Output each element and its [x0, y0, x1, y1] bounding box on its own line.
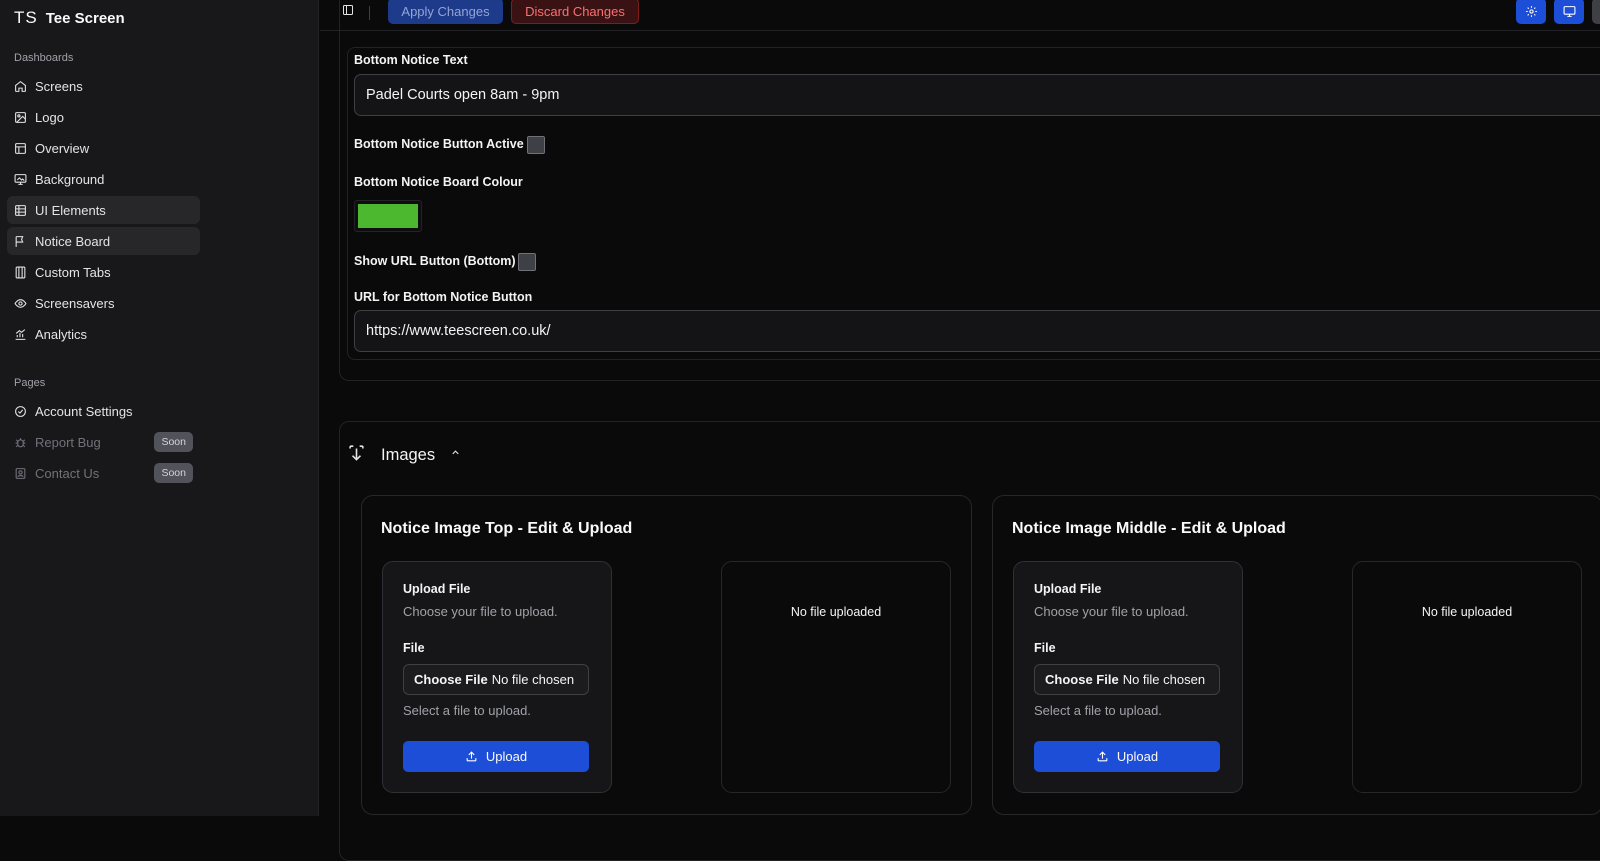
upload-button-label: Upload [485, 749, 528, 764]
file-hint: Select a file to upload. [403, 703, 531, 718]
bottom-notice-text-input[interactable]: Padel Courts open 8am - 9pm [354, 74, 1600, 116]
bottom-notice-button-active-checkbox[interactable] [527, 136, 545, 154]
chart-icon [15, 328, 26, 340]
no-file-uploaded-text: No file uploaded [1421, 605, 1513, 619]
contact-icon [15, 467, 26, 479]
sidebar-item-label: Screensavers [35, 295, 115, 311]
sidebar-item-screens[interactable]: Screens [7, 72, 200, 100]
sidebar-item-label: UI Elements [35, 202, 106, 218]
file-status: No file chosen [491, 672, 575, 687]
url-bottom-notice-label: URL for Bottom Notice Button [354, 290, 533, 304]
sidebar-item-ui-elements[interactable]: UI Elements [7, 196, 200, 224]
eye-icon [14, 298, 27, 308]
sidebar-item-label: Background [35, 171, 105, 187]
sidebar-item-label: Overview [35, 140, 90, 156]
soon-badge: Soon [154, 432, 193, 452]
brand[interactable]: TS Tee Screen [14, 6, 125, 30]
sidebar-item-label: Logo [35, 109, 64, 125]
pages-group-label: Pages [14, 377, 46, 389]
sidebar-item-logo[interactable]: Logo [7, 103, 200, 131]
sidebar-item-label: Account Settings [35, 403, 133, 419]
upload-icon [1097, 751, 1108, 762]
choose-file-button[interactable]: Choose File [1045, 672, 1119, 687]
download-icon [349, 445, 364, 461]
bottom-notice-board-colour-label: Bottom Notice Board Colour [354, 175, 523, 189]
image-edit-icon [15, 111, 26, 123]
brand-name: Tee Screen [45, 9, 125, 27]
file-hint: Select a file to upload. [1034, 703, 1162, 718]
sidebar-item-overview[interactable]: Overview [7, 134, 200, 162]
monitor-image-icon [14, 173, 27, 185]
file-input[interactable]: Choose File No file chosen [403, 664, 589, 695]
sidebar-item-account-settings[interactable]: Account Settings [7, 397, 200, 425]
columns-icon [15, 266, 26, 278]
notice-image-middle-title: Notice Image Middle - Edit & Upload [1012, 520, 1286, 537]
sidebar-item-label: Custom Tabs [35, 264, 111, 280]
show-url-button-checkbox[interactable] [518, 253, 536, 271]
upload-button[interactable]: Upload [1034, 741, 1220, 772]
sidebar-item-contact-us: Contact Us Soon [7, 459, 200, 487]
upload-file-description: Choose your file to upload. [1034, 604, 1189, 619]
images-section-title: Images [381, 446, 436, 464]
image-preview [1352, 561, 1582, 793]
upload-file-title: Upload File [403, 582, 471, 596]
file-status: No file chosen [1122, 672, 1206, 687]
image-preview [721, 561, 951, 793]
sidebar-item-report-bug: Report Bug Soon [7, 428, 200, 456]
table-icon [15, 204, 26, 216]
url-bottom-notice-input[interactable]: https://www.teescreen.co.uk/ [354, 310, 1600, 352]
file-label: File [1034, 641, 1056, 655]
layout-icon [15, 142, 26, 154]
sidebar-item-label: Analytics [35, 326, 88, 342]
sidebar-item-background[interactable]: Background [7, 165, 200, 193]
sidebar-item-custom-tabs[interactable]: Custom Tabs [7, 258, 200, 286]
home-icon [15, 80, 26, 92]
bug-icon [15, 437, 26, 447]
chevron-up-icon[interactable] [450, 447, 461, 458]
file-label: File [403, 641, 425, 655]
show-url-button-label: Show URL Button (Bottom) [354, 254, 516, 268]
sidebar-item-screensavers[interactable]: Screensavers [7, 289, 200, 317]
bottom-notice-button-active-label: Bottom Notice Button Active [354, 137, 524, 151]
choose-file-button[interactable]: Choose File [414, 672, 488, 687]
brand-logo: TS [14, 8, 38, 27]
sidebar-item-label: Notice Board [35, 233, 111, 249]
soon-badge: Soon [154, 463, 193, 483]
board-colour-picker[interactable] [354, 200, 422, 232]
sidebar: TS Tee Screen Dashboards Screens Logo Ov… [0, 0, 319, 816]
sidebar-item-notice-board[interactable]: Notice Board [7, 227, 200, 255]
bottom-notice-text-label: Bottom Notice Text [354, 53, 468, 67]
upload-file-description: Choose your file to upload. [403, 604, 558, 619]
upload-button-label: Upload [1116, 749, 1159, 764]
notice-image-top-title: Notice Image Top - Edit & Upload [381, 520, 633, 537]
upload-button[interactable]: Upload [403, 741, 589, 772]
sidebar-item-analytics[interactable]: Analytics [7, 320, 200, 348]
check-circle-icon [15, 405, 26, 417]
sidebar-item-label: Report Bug [35, 434, 101, 450]
colour-swatch [358, 204, 418, 228]
flag-icon [15, 235, 24, 247]
upload-file-title: Upload File [1034, 582, 1102, 596]
sidebar-item-label: Contact Us [35, 465, 100, 481]
file-input[interactable]: Choose File No file chosen [1034, 664, 1220, 695]
upload-icon [466, 751, 477, 762]
no-file-uploaded-text: No file uploaded [790, 605, 882, 619]
dashboards-group-label: Dashboards [14, 52, 74, 64]
sidebar-item-label: Screens [35, 78, 83, 94]
